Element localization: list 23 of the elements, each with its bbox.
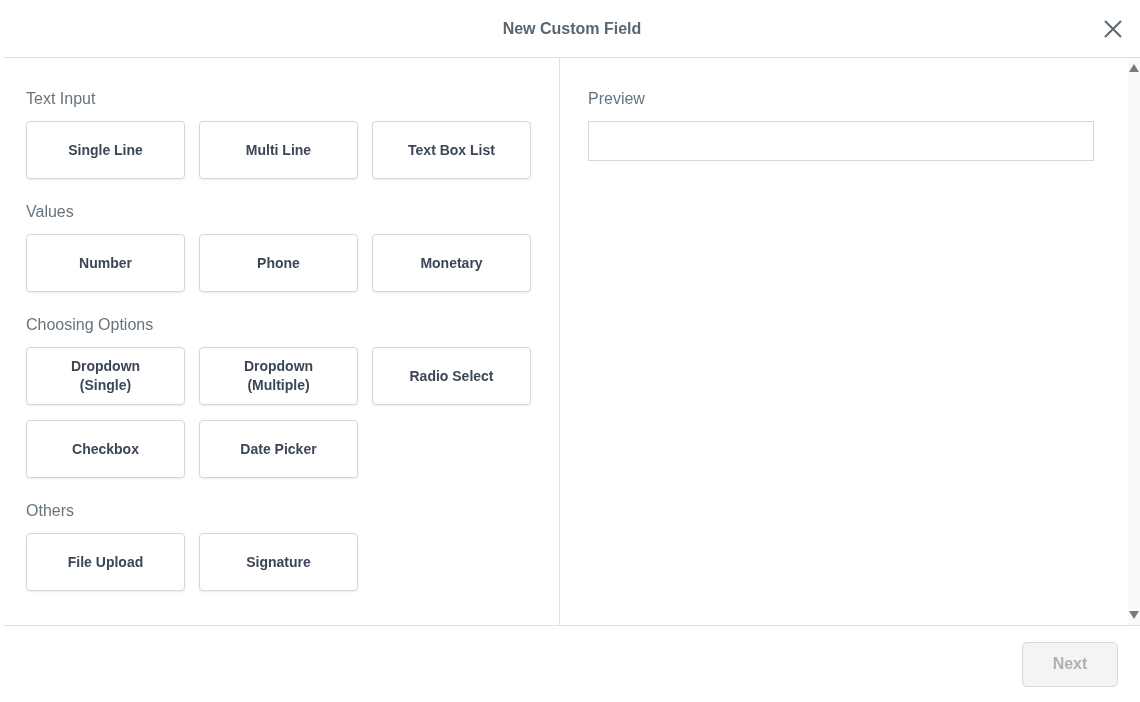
field-type-button[interactable]: Checkbox (26, 420, 185, 478)
field-type-button[interactable]: File Upload (26, 533, 185, 591)
preview-label: Preview (588, 89, 645, 109)
dialog-title: New Custom Field (502, 18, 642, 39)
section-heading: Choosing Options (26, 315, 154, 335)
scroll-up-icon[interactable] (1129, 64, 1139, 72)
field-type-button[interactable]: Phone (199, 234, 358, 292)
field-type-button[interactable]: Dropdown (Single) (26, 347, 185, 405)
field-type-button[interactable]: Text Box List (372, 121, 531, 179)
close-icon[interactable] (1102, 18, 1124, 40)
field-type-button[interactable]: Date Picker (199, 420, 358, 478)
field-type-button[interactable]: Multi Line (199, 121, 358, 179)
field-type-button[interactable]: Dropdown (Multiple) (199, 347, 358, 405)
field-type-button[interactable]: Monetary (372, 234, 531, 292)
scroll-down-icon[interactable] (1129, 611, 1139, 619)
section-heading: Text Input (26, 89, 96, 109)
field-type-button[interactable]: Single Line (26, 121, 185, 179)
field-type-button[interactable]: Number (26, 234, 185, 292)
scrollbar[interactable] (1128, 58, 1140, 625)
field-type-button[interactable]: Radio Select (372, 347, 531, 405)
section-heading: Others (26, 501, 74, 521)
field-type-button[interactable]: Signature (199, 533, 358, 591)
section-heading: Values (26, 202, 74, 222)
